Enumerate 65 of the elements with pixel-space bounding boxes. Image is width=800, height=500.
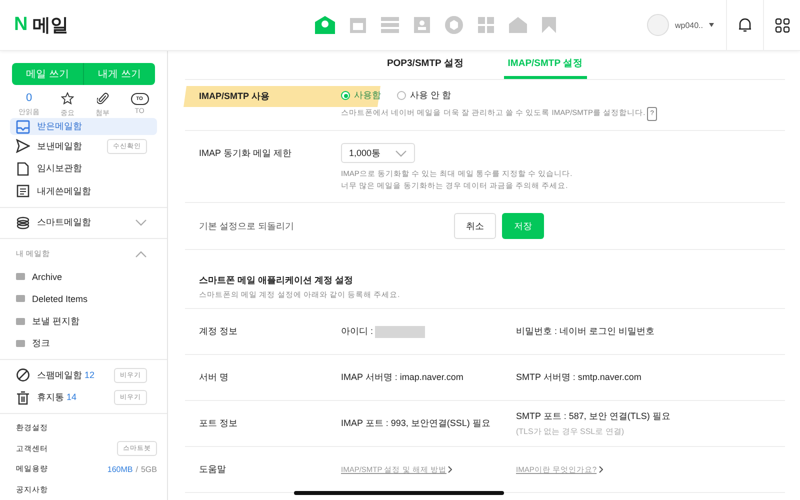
row-label: 도움말 bbox=[198, 463, 227, 476]
bell-icon[interactable] bbox=[738, 17, 752, 33]
document-icon bbox=[16, 162, 30, 176]
id-label: 아이디 : bbox=[341, 325, 374, 338]
chevron-icon[interactable] bbox=[135, 219, 147, 226]
storage-separator: / bbox=[136, 464, 138, 474]
storage-used: 160MB bbox=[107, 464, 133, 474]
tab[interactable]: POP3/SMTP 설정 bbox=[382, 51, 468, 79]
bookmark-icon[interactable] bbox=[541, 16, 557, 34]
trash-icon bbox=[16, 390, 30, 405]
apps-grid-icon[interactable] bbox=[774, 18, 790, 32]
note-icon bbox=[16, 184, 30, 198]
mail-icon[interactable] bbox=[314, 15, 336, 35]
folder-icon bbox=[16, 273, 25, 280]
folder-label[interactable]: 스팸메일함 12 bbox=[37, 368, 107, 382]
house-icon[interactable] bbox=[508, 16, 528, 34]
paperclip-icon[interactable] bbox=[96, 92, 108, 106]
info-text: 비밀번호 : 네이버 로그인 비밀번호 bbox=[516, 325, 656, 338]
info-text: SMTP 포트 : 587, 보안 연결(TLS) 필요 bbox=[516, 410, 672, 423]
contact-card-icon[interactable] bbox=[413, 16, 431, 34]
storage-total: 5GB bbox=[140, 464, 157, 474]
cube-icon[interactable] bbox=[444, 15, 464, 35]
calendar-icon[interactable] bbox=[349, 16, 367, 34]
row-label: 계정 정보 bbox=[198, 325, 239, 338]
radio-option[interactable]: 사용 안 함 bbox=[397, 89, 452, 102]
list-icon[interactable] bbox=[380, 16, 400, 34]
avatar[interactable] bbox=[646, 14, 669, 36]
setting-label: 기본 설정으로 되돌리기 bbox=[198, 220, 296, 232]
star-icon[interactable] bbox=[61, 92, 74, 106]
row-label: 서버 명 bbox=[198, 371, 230, 384]
inbox-icon bbox=[16, 120, 30, 134]
setting-label: IMAP 동기화 메일 제한 bbox=[198, 147, 292, 160]
app-title: 메일 bbox=[32, 14, 69, 37]
folder-label[interactable]: 정크 bbox=[32, 337, 50, 350]
grid-icon[interactable] bbox=[477, 16, 495, 34]
folder-label[interactable]: Archive bbox=[32, 272, 62, 282]
folder-icon bbox=[16, 318, 25, 325]
folder-item[interactable]: 내게쓴메일함 bbox=[10, 180, 157, 202]
folder-icon bbox=[16, 340, 25, 348]
folder-label[interactable]: 휴지통 14 bbox=[37, 391, 107, 404]
chevron-icon[interactable] bbox=[395, 150, 407, 156]
info-note: (TLS가 없는 경우 SSL로 연결) bbox=[516, 426, 626, 437]
info-text: SMTP 서버명 : smtp.naver.com bbox=[516, 371, 642, 384]
cancel-button[interactable]: 취소 bbox=[454, 213, 496, 239]
folder-item[interactable]: 임시보관함 bbox=[10, 158, 157, 180]
send-icon bbox=[16, 139, 30, 154]
layers-icon bbox=[16, 216, 30, 230]
section-title: 스마트폰 메일 애플리케이션 계정 설정 bbox=[199, 274, 354, 287]
folder-label[interactable]: 스마트메일함 bbox=[37, 216, 128, 230]
caret-icon[interactable] bbox=[709, 23, 714, 27]
folder-label[interactable]: 보낼 편지함 bbox=[32, 314, 80, 328]
limit-dropdown[interactable]: 1,000통 bbox=[341, 143, 415, 163]
redacted-block bbox=[375, 326, 426, 338]
chevron-right-icon[interactable] bbox=[448, 466, 452, 473]
info-text: IMAP 서버명 : imap.naver.com bbox=[341, 371, 464, 384]
user-name[interactable]: wp040.. bbox=[674, 20, 703, 30]
blocked-icon bbox=[16, 368, 30, 382]
folder-icon bbox=[16, 295, 25, 302]
row-label: 포트 정보 bbox=[198, 417, 239, 430]
chevron-icon[interactable] bbox=[135, 250, 147, 258]
folder-label[interactable]: Deleted Items bbox=[32, 294, 88, 304]
folder-item[interactable]: 받은메일함 bbox=[10, 118, 157, 136]
unread-count[interactable]: 0 bbox=[26, 91, 32, 106]
info-text: IMAP 포트 : 993, 보안연결(SSL) 필요 bbox=[341, 417, 492, 430]
chevron-right-icon[interactable] bbox=[598, 466, 603, 473]
